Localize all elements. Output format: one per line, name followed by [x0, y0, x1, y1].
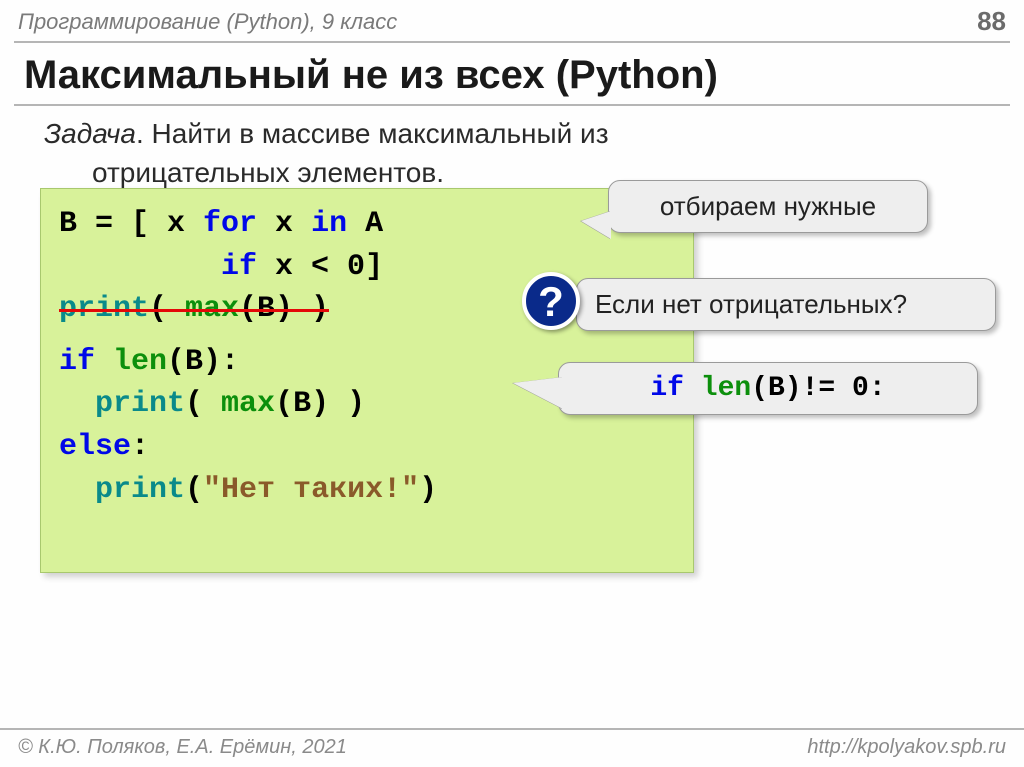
course-label: Программирование (Python), 9 класс [18, 9, 397, 35]
callout-if-no-negatives: Если нет отрицательных? [576, 278, 996, 331]
question-mark-icon: ? [522, 272, 580, 330]
callout-code-alt: if len(B)!= 0: [558, 362, 978, 415]
callout-tail [581, 211, 611, 239]
header-bar: Программирование (Python), 9 класс 88 [0, 0, 1024, 41]
footer-bar: © К.Ю. Поляков, Е.А. Ерёмин, 2021 http:/… [0, 728, 1024, 767]
callout-select-needed: отбираем нужные [608, 180, 928, 233]
code-line-6: else: [59, 426, 675, 469]
slide-title: Максимальный не из всех (Python) [0, 43, 1024, 104]
page-number: 88 [977, 6, 1006, 37]
task-label: Задача [44, 118, 136, 149]
task-line1: . Найти в массиве максимальный из [136, 118, 609, 149]
footer-url: http://kpolyakov.spb.ru [807, 736, 1006, 759]
callout-tail [513, 377, 563, 409]
strikethrough-line [59, 309, 329, 312]
footer-copyright: © К.Ю. Поляков, Е.А. Ерёмин, 2021 [18, 736, 347, 759]
code-line-7: print("Нет таких!") [59, 469, 675, 512]
callout-text: Если нет отрицательных? [595, 289, 907, 319]
callout-text: отбираем нужные [660, 191, 876, 221]
